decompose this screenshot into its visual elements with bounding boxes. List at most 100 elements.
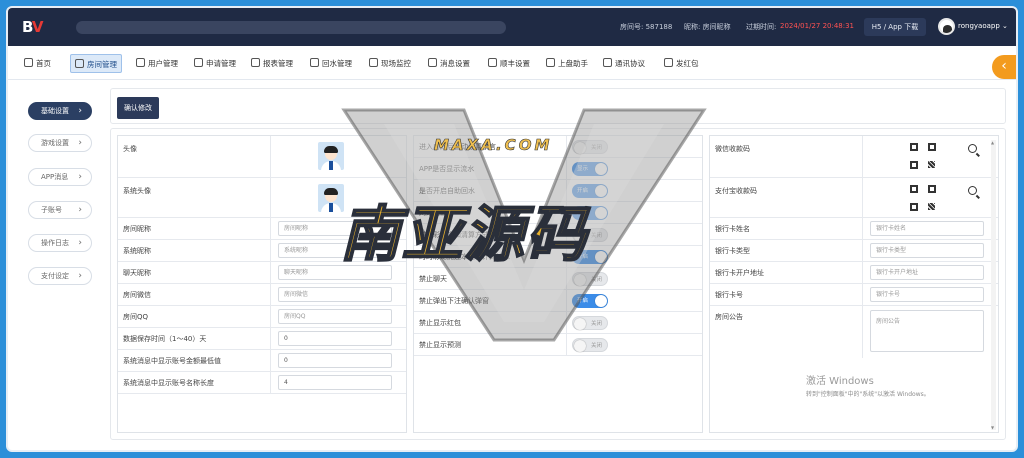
toolbar: 确认修改 [110,88,1006,124]
grid-icon [75,59,84,68]
bank-address-input[interactable]: 银行卡开户地址 [870,265,984,280]
nav-message-settings[interactable]: 消息设置 [424,54,474,73]
activation-title: 激活 Windows [806,376,874,387]
header-search-bar[interactable] [76,21,506,34]
user-icon [136,58,145,67]
system-nickname-input[interactable]: 系统昵称 [278,243,392,258]
setting-row-room-nickname: 房间昵称 房间昵称 [118,218,406,240]
collapse-toggle-button[interactable]: ‹ [992,55,1016,79]
nav-protocol[interactable]: 通讯协议 [599,54,649,73]
nav-betting-assistant[interactable]: 上盘助手 [542,54,592,73]
settings-side-menu: 基础设置 游戏设置 APP消息 子账号 操作日志 支付设定 [22,88,102,444]
setting-row-data-retention: 数据保存时间（1～40）天 0 [118,328,406,350]
forbid-bet-confirm-toggle[interactable]: 开启 [572,294,608,308]
side-item-sub-account[interactable]: 子账号 [28,201,92,219]
dragon-tiger-settlement-toggle[interactable]: 关闭 [572,228,608,242]
tag-icon [310,58,319,67]
setting-row-avatar: 头像 [118,136,406,178]
setting-row-dragon-tiger-settlement: 时时彩龙虎和清算方式 关闭 [414,224,702,246]
nav-home[interactable]: 首页 [20,54,55,73]
setting-row-bank-name: 银行卡姓名 银行卡姓名 [710,218,998,240]
auto-mute-toggle[interactable]: 关闭 [572,140,608,154]
nav-shunfeng-settings[interactable]: 顺丰设置 [484,54,534,73]
self-rebate-toggle[interactable]: 开启 [572,184,608,198]
alipay-qr-code[interactable] [910,185,936,211]
report-icon [251,58,260,67]
room-notice-textarea[interactable]: 房间公告 [870,310,984,352]
search-icon[interactable] [968,144,977,153]
nav-report-management[interactable]: 报表管理 [247,54,297,73]
expire-label: 过期时间: [746,23,777,31]
forbid-chat-toggle[interactable]: 关闭 [572,272,608,286]
user-menu[interactable]: rongyaoapp ⌄ [958,22,1008,30]
nav-rebate-management[interactable]: 回水管理 [306,54,356,73]
room-wechat-input[interactable]: 房间微信 [278,287,392,302]
setting-row-self-rebate: 是否开启自助回水 开启 [414,180,702,202]
bell-icon [428,58,437,67]
setting-row-system-nickname: 系统昵称 系统昵称 [118,240,406,262]
side-item-basic-settings[interactable]: 基础设置 [28,102,92,120]
monitor-icon [369,58,378,67]
search-icon[interactable] [968,186,977,195]
basic-info-column: 头像 系统头像 房间昵称 房间昵称 系统昵称 系统昵称 聊天昵称 聊天昵称 房间… [117,135,407,433]
room-number: 房间号: 587188 [620,23,673,31]
brand-logo[interactable]: BV [22,18,43,36]
nav-application-management[interactable]: 申请管理 [190,54,240,73]
setting-row-bank-address: 银行卡开户地址 银行卡开户地址 [710,262,998,284]
gear-icon [603,58,612,67]
min-amount-input[interactable]: 0 [278,353,392,368]
setting-row-forbid-chat: 禁止聊天 关闭 [414,268,702,290]
room-qq-input[interactable]: 房间QQ [278,309,392,324]
setting-row-forbid-bet-confirm: 禁止弹出下注确认弹窗 开启 [414,290,702,312]
data-retention-input[interactable]: 0 [278,331,392,346]
nav-room-management[interactable]: 房间管理 [70,54,122,73]
nav-send-red-packet[interactable]: 发红包 [660,54,703,73]
side-item-payment-settings[interactable]: 支付设定 [28,267,92,285]
setting-row-chat-nickname: 聊天昵称 聊天昵称 [118,262,406,284]
setting-row-wechat-qr: 微信收款码 [710,136,998,178]
setting-row-room-qq: 房间QQ 房间QQ [118,306,406,328]
chevron-down-icon: ⌄ [1002,22,1008,30]
side-item-operation-log[interactable]: 操作日志 [28,234,92,252]
h5-app-download-button[interactable]: H5 / App 下载 [864,18,926,36]
home-icon [24,58,33,67]
side-item-game-settings[interactable]: 游戏设置 [28,134,92,152]
confirm-save-button[interactable]: 确认修改 [117,97,159,119]
app-show-flow-toggle[interactable]: 显示 [572,162,608,176]
app-window: BV 房间号: 587188 昵称: 房间昵称 过期时间: 2024/01/27… [6,6,1018,452]
windows-activation-notice: 激活 Windows 转到"控制面板"中的"系统"以激活 Windows。 [806,372,930,398]
setting-row-bank-type: 银行卡类型 银行卡类型 [710,240,998,262]
dragon-tiger-flow-toggle[interactable]: 开启 [572,250,608,264]
form-icon [194,58,203,67]
nav-user-management[interactable]: 用户管理 [132,54,182,73]
bank-type-input[interactable]: 银行卡类型 [870,243,984,258]
setting-row-name-length: 系统消息中显示账号名称长度 4 [118,372,406,394]
forbid-red-packet-toggle[interactable]: 关闭 [572,316,608,330]
bank-number-input[interactable]: 银行卡号 [870,287,984,302]
room-nickname: 昵称: 房间昵称 [684,23,731,31]
expire-time: 2024/01/27 20:48:31 [780,22,855,30]
red-packet-icon [664,58,673,67]
vertical-scrollbar[interactable] [991,140,996,430]
side-item-app-message[interactable]: APP消息 [28,168,92,186]
setting-row-app-show-flow: APP是否显示流水 显示 [414,158,702,180]
network-keyboard-toggle[interactable]: 开启 [572,206,608,220]
clock-icon [546,58,555,67]
chat-nickname-input[interactable]: 聊天昵称 [278,265,392,280]
user-avatar[interactable] [938,18,955,35]
bank-name-input[interactable]: 银行卡姓名 [870,221,984,236]
hand-icon [488,58,497,67]
avatar-image[interactable] [318,142,344,170]
room-nickname-input[interactable]: 房间昵称 [278,221,392,236]
forbid-prediction-toggle[interactable]: 关闭 [572,338,608,352]
main-nav: 首页 房间管理 用户管理 申请管理 报表管理 回水管理 现场监控 消息设置 顺丰… [8,46,1016,80]
setting-row-network-keyboard: 网络健盘 开启 [414,202,702,224]
setting-row-auto-mute: 进入房间后自动设置禁言 关闭 [414,136,702,158]
setting-row-alipay-qr: 支付宝收款码 [710,178,998,218]
setting-row-forbid-red-packet: 禁止显示红包 关闭 [414,312,702,334]
nav-live-monitor[interactable]: 现场监控 [365,54,415,73]
name-length-input[interactable]: 4 [278,375,392,390]
system-avatar-image[interactable] [318,184,344,212]
setting-row-system-avatar: 系统头像 [118,178,406,218]
wechat-qr-code[interactable] [910,143,936,169]
